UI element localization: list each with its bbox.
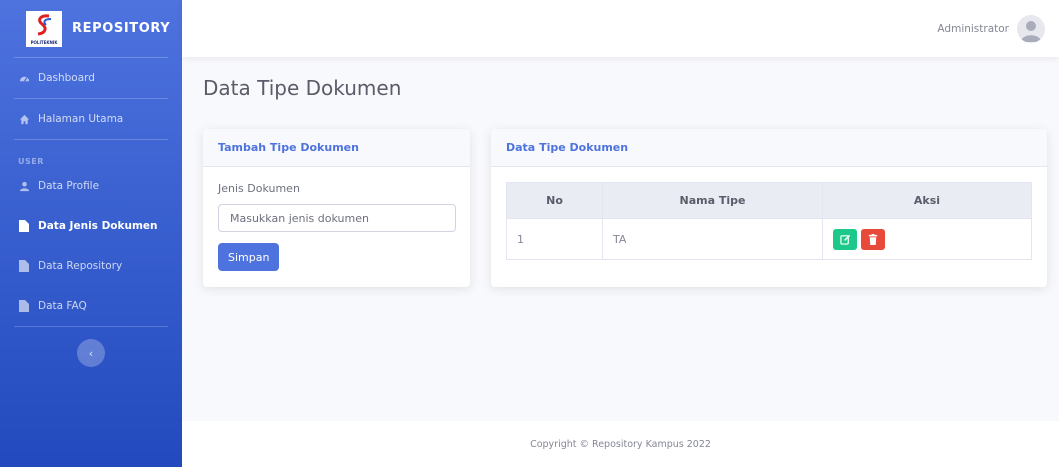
sidebar-item-halaman-utama[interactable]: Halaman Utama [0,99,182,139]
cell-nama-tipe: TA [602,218,823,260]
brand-logo: POLITEKNIK [26,10,62,47]
type-table-wrap: No Nama Tipe Aksi 1 TA [491,167,1047,275]
sidebar-item-label: Data Profile [38,180,100,192]
add-type-card: Tambah Tipe Dokumen Jenis Dokumen Simpan [203,129,470,287]
dashboard-icon [18,72,30,84]
brand[interactable]: POLITEKNIK REPOSITORY [0,0,182,57]
sidebar-item-data-profile[interactable]: Data Profile [0,166,182,206]
sidebar-item-label: Data FAQ [38,300,87,312]
add-type-card-title: Tambah Tipe Dokumen [203,129,470,167]
trash-icon [868,233,878,245]
sidebar-item-data-repository[interactable]: Data Repository [0,246,182,286]
delete-button[interactable] [861,228,885,250]
type-table: No Nama Tipe Aksi 1 TA [506,182,1032,260]
cell-aksi [822,218,1032,260]
jenis-dokumen-label: Jenis Dokumen [218,182,300,195]
file-icon [18,220,30,232]
edit-button[interactable] [833,228,857,250]
user-name[interactable]: Administrator [937,23,1009,35]
user-icon [18,180,30,192]
sidebar-item-label: Dashboard [38,72,95,84]
table-header-row: No Nama Tipe Aksi [506,182,1032,219]
footer: Copyright © Repository Kampus 2022 [182,421,1059,467]
logo-text: POLITEKNIK [30,39,58,45]
sidebar-toggle-wrap: ‹ [0,339,182,367]
brand-name: REPOSITORY [72,21,171,36]
file-icon [18,260,30,272]
sidebar-item-data-faq[interactable]: Data FAQ [0,286,182,326]
chevron-left-icon: ‹ [88,346,94,360]
row-actions [833,228,1031,250]
type-table-card-title: Data Tipe Dokumen [491,129,1047,167]
sidebar-item-label: Data Repository [38,260,123,272]
topbar: Administrator [182,0,1059,57]
sidebar-item-data-jenis-dokumen[interactable]: Data Jenis Dokumen [0,206,182,246]
sidebar-divider [14,326,168,327]
sidebar: POLITEKNIK REPOSITORY Dashboard Halaman … [0,0,182,467]
column-header-aksi: Aksi [822,182,1032,219]
page-title: Data Tipe Dokumen [203,76,402,100]
edit-icon [839,234,850,245]
file-icon [18,300,30,312]
avatar[interactable] [1017,14,1045,43]
column-header-nama-tipe: Nama Tipe [602,182,823,219]
logo-swoosh-icon [37,13,52,35]
sidebar-item-label: Data Jenis Dokumen [38,220,158,232]
sidebar-heading: USER [18,157,44,166]
cell-no: 1 [506,218,603,260]
footer-copyright: Copyright © Repository Kampus 2022 [530,438,711,450]
save-button[interactable]: Simpan [218,243,280,271]
type-table-card: Data Tipe Dokumen No Nama Tipe Aksi 1 TA [491,129,1047,287]
jenis-dokumen-input[interactable] [218,204,456,232]
column-header-no: No [506,182,603,219]
avatar-user-icon [1021,20,1041,42]
add-type-form: Jenis Dokumen Simpan [203,167,470,286]
sidebar-item-dashboard[interactable]: Dashboard [0,58,182,98]
home-icon [18,113,30,125]
sidebar-toggle-button[interactable]: ‹ [77,339,105,367]
sidebar-item-label: Halaman Utama [38,113,124,125]
table-row: 1 TA [506,218,1032,260]
